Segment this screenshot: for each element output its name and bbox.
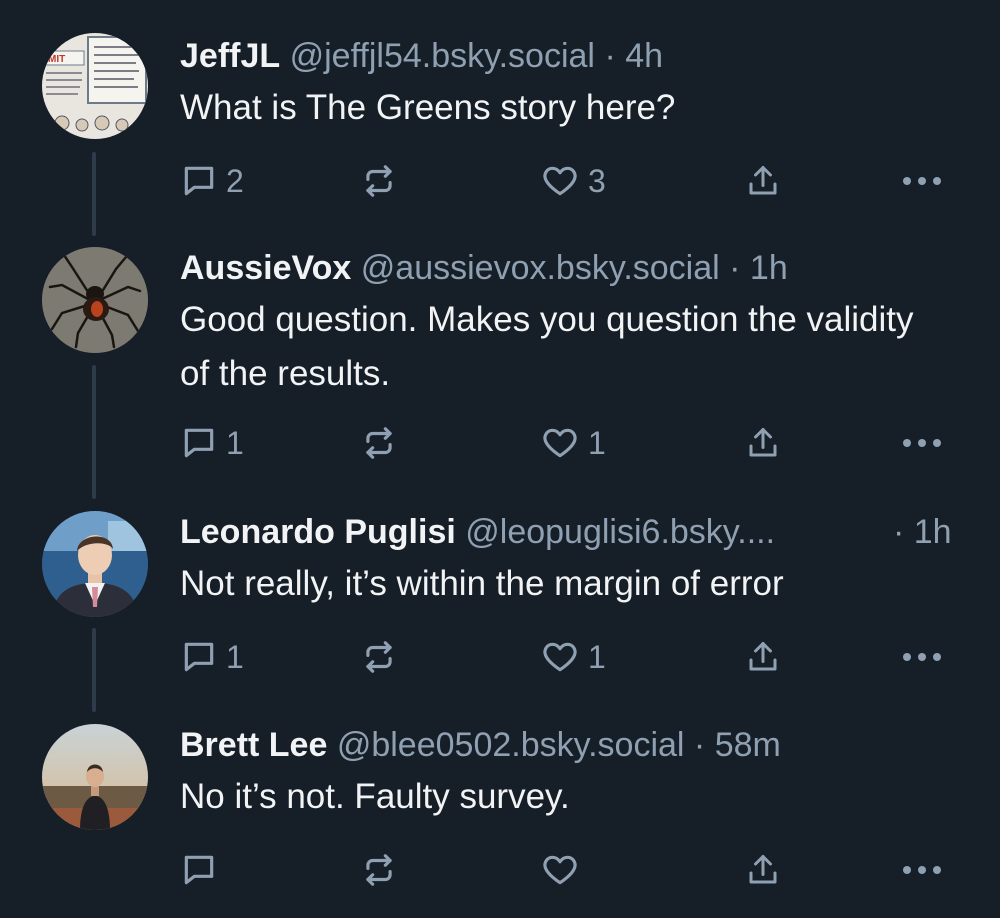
repost-button[interactable] bbox=[360, 421, 398, 465]
reply-count: 1 bbox=[226, 639, 244, 675]
share-icon bbox=[749, 855, 777, 884]
post-actions: 1 1 bbox=[0, 635, 1000, 679]
heart-icon bbox=[543, 428, 577, 458]
post-header: JeffJL @jeffjl54.bsky.social · 4h bbox=[180, 33, 663, 79]
heart-icon bbox=[543, 855, 577, 885]
more-button[interactable] bbox=[900, 848, 944, 892]
more-icon bbox=[903, 653, 941, 661]
post-header: Brett Lee @blee0502.bsky.social · 58m bbox=[180, 722, 781, 768]
person-suit-avatar bbox=[42, 511, 148, 617]
svg-text:MIT: MIT bbox=[48, 54, 65, 65]
reply-button[interactable]: 1 bbox=[180, 421, 244, 465]
reply-button[interactable]: 2 bbox=[180, 159, 244, 203]
reply-button[interactable] bbox=[180, 848, 226, 892]
cartoon-avatar: MIT bbox=[42, 33, 148, 139]
more-icon bbox=[903, 866, 941, 874]
post-time[interactable]: · 1h bbox=[729, 249, 788, 287]
repost-icon bbox=[366, 641, 392, 673]
spider-avatar bbox=[42, 247, 148, 353]
share-button[interactable] bbox=[745, 848, 781, 892]
heart-icon bbox=[543, 642, 577, 672]
like-button[interactable] bbox=[540, 848, 588, 892]
share-icon bbox=[749, 166, 777, 195]
post-header: Leonardo Puglisi @leopuglisi6.bsky.... ·… bbox=[180, 509, 952, 555]
reply-icon bbox=[184, 428, 214, 458]
post-actions bbox=[0, 848, 1000, 892]
post-time[interactable]: · 4h bbox=[604, 37, 663, 75]
post-text: What is The Greens story here? bbox=[180, 88, 676, 127]
post-time[interactable]: · 58m bbox=[694, 726, 781, 764]
more-icon bbox=[903, 177, 941, 185]
author-handle[interactable]: @blee0502.bsky.social bbox=[337, 726, 685, 764]
repost-button[interactable] bbox=[360, 635, 398, 679]
like-button[interactable]: 1 bbox=[540, 421, 606, 465]
repost-button[interactable] bbox=[360, 159, 398, 203]
like-count: 3 bbox=[588, 163, 606, 199]
avatar[interactable] bbox=[42, 247, 148, 353]
post-actions: 2 3 bbox=[0, 159, 1000, 203]
more-button[interactable] bbox=[900, 421, 944, 465]
avatar[interactable] bbox=[42, 511, 148, 617]
post-text: Good question. Makes you question the va… bbox=[180, 300, 914, 393]
reply-icon bbox=[184, 166, 214, 196]
more-button[interactable] bbox=[900, 635, 944, 679]
reply-icon bbox=[184, 642, 214, 672]
reply-button[interactable]: 1 bbox=[180, 635, 244, 679]
author-handle[interactable]: @jeffjl54.bsky.social bbox=[290, 37, 595, 75]
like-count: 1 bbox=[588, 639, 606, 675]
post-time[interactable]: · 1h bbox=[893, 509, 952, 555]
post-header: AussieVox @aussievox.bsky.social · 1h bbox=[180, 245, 788, 291]
more-button[interactable] bbox=[900, 159, 944, 203]
post-actions: 1 1 bbox=[0, 421, 1000, 465]
author-name[interactable]: AussieVox bbox=[180, 249, 351, 287]
avatar[interactable] bbox=[42, 724, 148, 830]
share-button[interactable] bbox=[745, 159, 781, 203]
repost-icon bbox=[366, 854, 392, 886]
post-text: Not really, it’s within the margin of er… bbox=[180, 564, 784, 603]
repost-icon bbox=[366, 165, 392, 197]
share-icon bbox=[749, 428, 777, 457]
like-count: 1 bbox=[588, 425, 606, 461]
post-text: No it’s not. Faulty survey. bbox=[180, 777, 570, 816]
reply-count: 2 bbox=[226, 163, 244, 199]
like-button[interactable]: 3 bbox=[540, 159, 606, 203]
share-icon bbox=[749, 642, 777, 671]
reply-count: 1 bbox=[226, 425, 244, 461]
share-button[interactable] bbox=[745, 421, 781, 465]
author-name[interactable]: Leonardo Puglisi bbox=[180, 513, 456, 551]
reply-icon bbox=[184, 855, 214, 885]
person-outdoor-avatar bbox=[42, 724, 148, 830]
avatar[interactable]: MIT bbox=[42, 33, 148, 139]
author-name[interactable]: JeffJL bbox=[180, 37, 280, 75]
author-handle[interactable]: @leopuglisi6.bsky.... bbox=[465, 513, 775, 551]
repost-icon bbox=[366, 427, 392, 459]
more-icon bbox=[903, 439, 941, 447]
repost-button[interactable] bbox=[360, 848, 398, 892]
like-button[interactable]: 1 bbox=[540, 635, 606, 679]
share-button[interactable] bbox=[745, 635, 781, 679]
author-name[interactable]: Brett Lee bbox=[180, 726, 327, 764]
heart-icon bbox=[543, 166, 577, 196]
author-handle[interactable]: @aussievox.bsky.social bbox=[361, 249, 720, 287]
